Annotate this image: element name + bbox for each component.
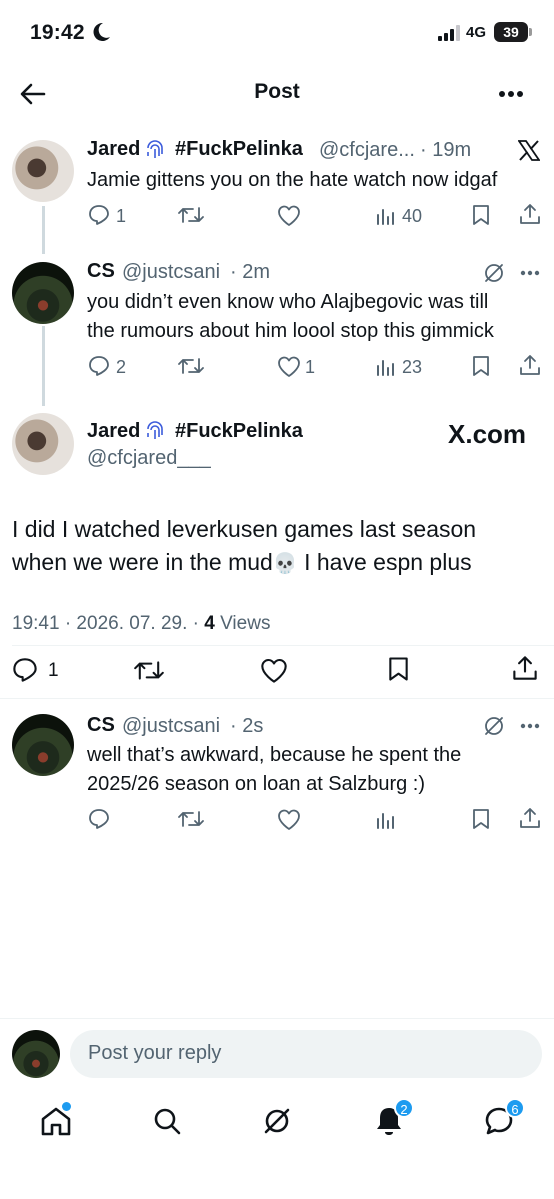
bookmark-icon[interactable] [472,204,490,226]
main-post: Jared #FuckPelinka @cfcjared___ X.com I … [0,405,554,700]
replied-post-1[interactable]: Jared #FuckPelinka @cfcjare... · 19m Jam… [0,130,554,240]
divider [12,645,554,646]
reply-count: 2 [116,357,127,377]
composer-avatar [12,1030,60,1078]
moon-icon [93,22,110,41]
author-name[interactable]: Jared [87,420,140,443]
reply-icon[interactable] [88,355,110,377]
like-icon[interactable] [277,356,301,377]
share-icon[interactable] [512,655,538,681]
post-timestamp: 19:41 · 2026. 07. 29. · 4 Views [12,613,270,635]
grok-icon[interactable] [262,1106,292,1136]
battery-cap [529,28,532,36]
status-bar: 19:42 4G 39 [0,0,554,66]
views-icon[interactable] [375,810,395,830]
x-watermark: X.com [448,419,527,449]
replied-post-2[interactable]: CS @justcsani · 2m you didn’t even know … [0,252,554,392]
reply-icon[interactable] [88,808,110,830]
signal-icon [438,25,460,41]
divider [0,698,554,699]
post-time: · 19m [420,139,472,161]
search-icon[interactable] [152,1106,182,1136]
reply-count: 1 [48,660,59,681]
author-handle: @justcsani [122,261,221,283]
page-title: Post [254,80,300,103]
timestamp-text: 19:41 · 2026. 07. 29. · [12,613,205,634]
avatar[interactable] [12,413,74,475]
post-time: · 2m [230,261,270,283]
view-count: 40 [402,206,423,226]
author-name[interactable]: Jared [87,138,140,161]
network-label: 4G [466,24,487,41]
bookmark-icon[interactable] [388,656,409,682]
fingerprint-icon [147,421,163,439]
author-tag: #FuckPelinka [175,420,303,442]
post-text: Jamie gittens you on the hate watch now … [87,169,498,191]
like-count: 1 [305,357,316,377]
avatar[interactable] [12,262,74,324]
more-options-icon[interactable] [498,90,524,98]
repost-icon[interactable] [178,809,204,829]
like-icon[interactable] [260,658,288,683]
author-name[interactable]: CS [87,714,115,737]
fingerprint-icon [147,140,163,158]
avatar[interactable] [12,140,74,202]
notifications-badge: 2 [394,1098,414,1118]
repost-icon[interactable] [178,205,204,225]
views-count: 4 [204,613,215,634]
reply-placeholder: Post your reply [88,1042,222,1064]
reply-count: 1 [116,206,127,226]
more-options-icon[interactable] [520,270,540,276]
post-text-line-2: the rumours about him loool stop this gi… [87,320,494,342]
author-handle: @cfcjare... [319,139,415,161]
author-handle: @justcsani [122,715,221,737]
reply-icon[interactable] [12,657,38,683]
like-icon[interactable] [277,809,301,830]
views-label: Views [214,613,271,634]
post-text-line-2-start: when we were in the mud [12,549,273,575]
more-options-icon[interactable] [520,723,540,729]
share-icon[interactable] [519,354,541,376]
post-text-line-1: I did I watched leverkusen games last se… [12,516,477,542]
share-icon[interactable] [519,807,541,829]
bookmark-icon[interactable] [472,355,490,377]
grok-icon[interactable] [483,262,505,284]
views-icon[interactable] [375,206,395,226]
status-time: 19:42 [30,21,85,44]
post-text-line-1: you didn’t even know who Alajbegovic was… [87,291,489,313]
author-tag: #FuckPelinka [175,138,303,160]
post-text-line-2-end: I have espn plus [297,549,472,575]
post-time: · 2s [230,715,264,737]
post-text-line-2: 2025/26 season on loan at Salzburg :) [87,773,426,795]
view-count: 23 [402,357,423,377]
author-handle: @cfcjared___ [87,447,211,469]
share-icon[interactable] [519,203,541,225]
repost-icon[interactable] [178,356,204,376]
reply-icon[interactable] [88,204,110,226]
post-text-line-1: well that’s awkward, because he spent th… [87,744,462,766]
post-text-line-2: when we were in the mud💀 I have espn plu… [12,546,472,581]
home-dot [62,1102,71,1111]
reply-post[interactable]: CS @justcsani · 2s well that’s awkward, … [0,702,554,842]
grok-icon[interactable] [483,715,505,737]
bookmark-icon[interactable] [472,808,490,830]
battery-indicator: 39 [494,22,528,42]
repost-icon[interactable] [134,659,164,682]
messages-badge: 6 [505,1098,525,1118]
avatar[interactable] [12,714,74,776]
x-logo-icon [518,140,540,161]
skull-emoji: 💀 [272,553,298,575]
divider [0,1018,554,1019]
like-icon[interactable] [277,205,301,226]
author-name[interactable]: CS [87,260,115,283]
views-icon[interactable] [375,357,395,377]
tab-bar: 2 6 [0,1090,554,1160]
